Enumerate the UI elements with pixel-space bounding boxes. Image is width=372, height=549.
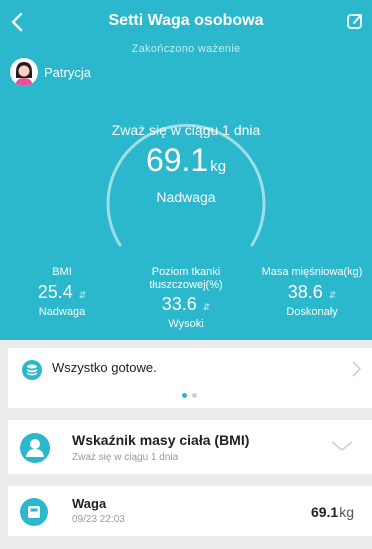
metric-muscle-mass[interactable]: Masa mięśniowa(kg) 38.6 ⇵ Doskonały [252,266,372,318]
user-avatar-icon [10,58,38,86]
gauge-weight-value: 69.1 [145,142,209,178]
metric-bmi[interactable]: BMI 25.4 ⇵ Nadwaga [0,266,124,318]
gauge-weight: 69.1 kg [94,142,278,185]
pager-dot[interactable] [192,393,197,398]
weight-card-title: Waga [72,496,107,511]
page-title: Setti Waga osobowa [108,12,264,29]
metric-body-fat[interactable]: Poziom tkanki tłuszczowej(%) 33.6 ⇵ Wysok… [126,266,246,330]
chevron-right-icon[interactable] [350,360,362,378]
sort-arrows-icon: ⇵ [78,290,87,300]
metric-value: 38.6 ⇵ [287,282,337,302]
pager-dot-active[interactable] [182,393,187,398]
metric-label: Poziom tkanki tłuszczowej(%) [149,266,223,291]
user-name: Patrycja [44,64,91,80]
status-banner[interactable]: Wszystko gotowe. [8,348,372,408]
database-icon [22,360,42,380]
chevron-down-icon[interactable] [330,440,354,452]
person-icon [20,433,50,463]
bmi-card-title: Wskaźnik masy ciała (BMI) [72,432,250,448]
weight-gauge: Zważ się w ciągu 1 dnia 69.1 kg Nadwaga [94,90,278,280]
share-icon[interactable] [346,12,364,30]
metric-status: Nadwaga [38,306,86,318]
metric-status: Wysoki [168,318,204,330]
sort-arrows-icon: ⇵ [202,302,211,312]
bmi-card-subtitle: Zważ się w ciągu 1 dnia [72,452,179,463]
gauge-weight-unit: kg [210,158,227,175]
metric-label: Masa mięśniowa(kg) [261,266,363,278]
metric-label: BMI [52,266,72,278]
banner-text: Wszystko gotowe. [52,360,157,375]
user-profile[interactable]: Patrycja [10,58,91,86]
metric-value: 25.4 ⇵ [37,282,87,302]
weight-card-date: 09/23 22:03 [72,514,125,525]
weighing-status: Zakończono ważenie [131,43,241,55]
scale-icon [20,498,48,526]
gauge-status: Nadwaga [156,189,216,205]
weight-card[interactable]: Waga 09/23 22:03 69.1kg [8,486,372,536]
weight-card-value: 69.1kg [310,504,354,520]
bmi-card[interactable]: Wskaźnik masy ciała (BMI) Zważ się w cią… [8,420,372,474]
metric-status: Doskonały [286,306,338,318]
summary-panel: Setti Waga osobowa Zakończono ważenie Pa… [0,0,372,340]
pager-dots [182,393,197,398]
metric-value: 33.6 ⇵ [161,294,211,314]
gauge-arc [106,123,266,247]
sort-arrows-icon: ⇵ [328,290,337,300]
gauge-prompt: Zważ się w ciągu 1 dnia [111,122,261,138]
